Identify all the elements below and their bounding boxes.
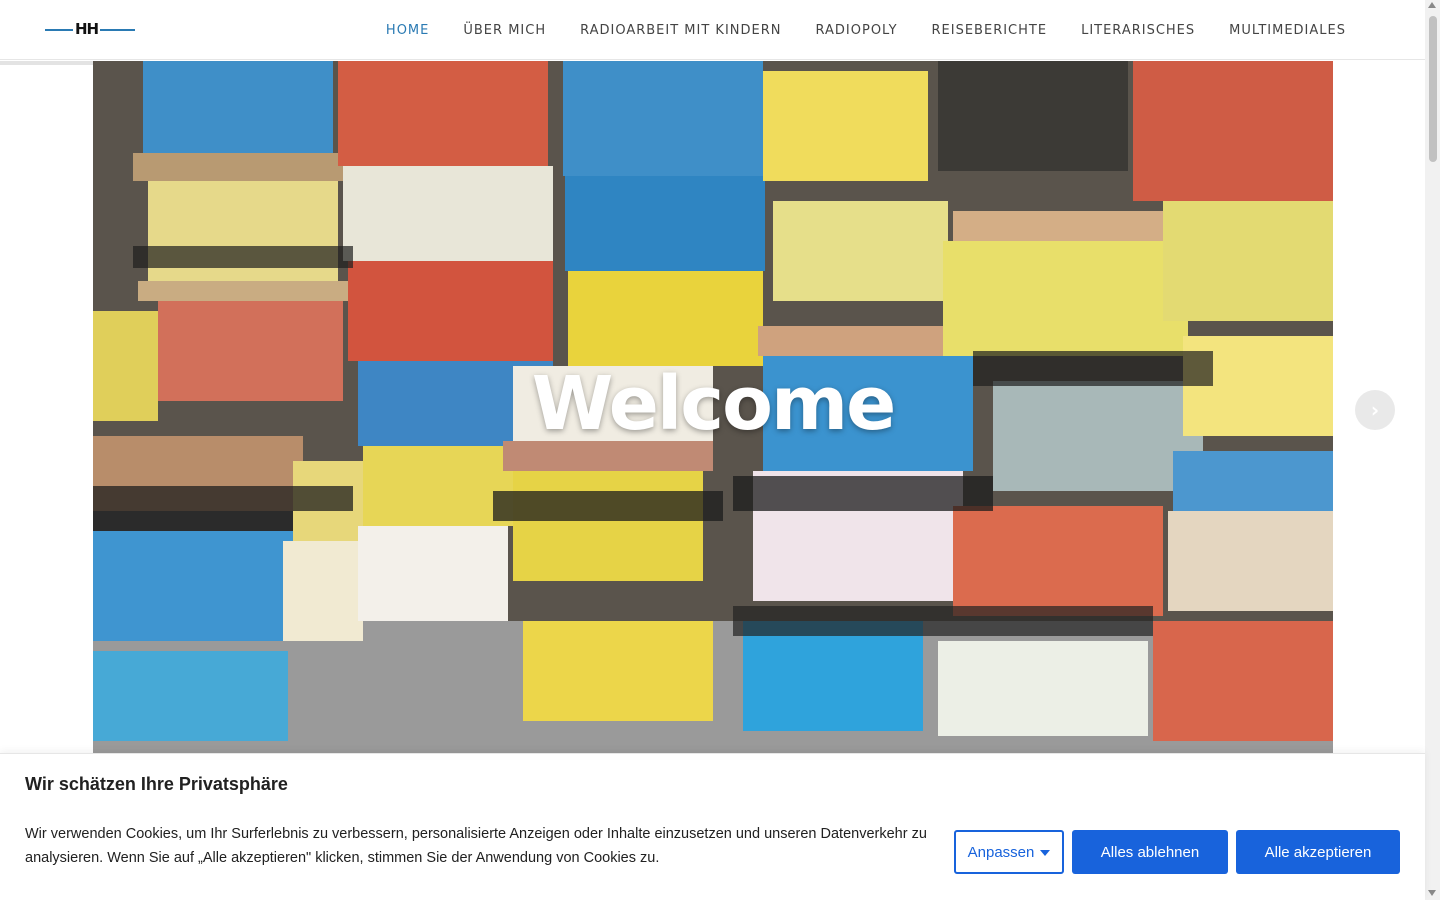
main-nav: HOME ÜBER MICH RADIOARBEIT MIT KINDERN R… bbox=[369, 0, 1363, 60]
customize-button[interactable]: Anpassen bbox=[954, 830, 1064, 874]
reject-all-button[interactable]: Alles ablehnen bbox=[1072, 830, 1228, 874]
logo-mark: HH bbox=[73, 20, 101, 38]
cookie-text: Wir verwenden Cookies, um Ihr Surferlebn… bbox=[25, 826, 927, 866]
nav-item-ueber-mich[interactable]: ÜBER MICH bbox=[446, 23, 563, 38]
page-scrollbar[interactable] bbox=[1425, 0, 1440, 900]
nav-item-multimediales[interactable]: MULTIMEDIALES bbox=[1212, 23, 1363, 38]
scroll-up-icon[interactable] bbox=[1428, 2, 1436, 8]
chevron-right-icon: › bbox=[1370, 398, 1380, 422]
hero-slider: Welcome bbox=[93, 61, 1333, 761]
site-logo[interactable]: HH bbox=[45, 18, 135, 40]
slider-progress-bar bbox=[0, 61, 93, 65]
nav-item-home[interactable]: HOME bbox=[369, 23, 446, 38]
cookie-banner: Wir schätzen Ihre Privatsphäre Wir verwe… bbox=[0, 753, 1425, 900]
hero-title: Welcome bbox=[531, 361, 897, 447]
nav-item-reiseberichte[interactable]: REISEBERICHTE bbox=[915, 23, 1065, 38]
nav-item-radioarbeit[interactable]: RADIOARBEIT MIT KINDERN bbox=[563, 23, 798, 38]
scrollbar-thumb[interactable] bbox=[1429, 16, 1437, 162]
customize-label: Anpassen bbox=[967, 843, 1035, 861]
site-header: HH HOME ÜBER MICH RADIOARBEIT MIT KINDER… bbox=[0, 0, 1425, 60]
nav-item-literarisches[interactable]: LITERARISCHES bbox=[1064, 23, 1212, 38]
scroll-down-icon[interactable] bbox=[1428, 890, 1436, 896]
accept-all-button[interactable]: Alle akzeptieren bbox=[1236, 830, 1400, 874]
cookie-title: Wir schätzen Ihre Privatsphäre bbox=[25, 774, 288, 794]
slider-next-button[interactable]: › bbox=[1355, 390, 1395, 430]
nav-item-radiopoly[interactable]: RADIOPOLY bbox=[799, 23, 915, 38]
caret-down-icon bbox=[1040, 850, 1051, 856]
